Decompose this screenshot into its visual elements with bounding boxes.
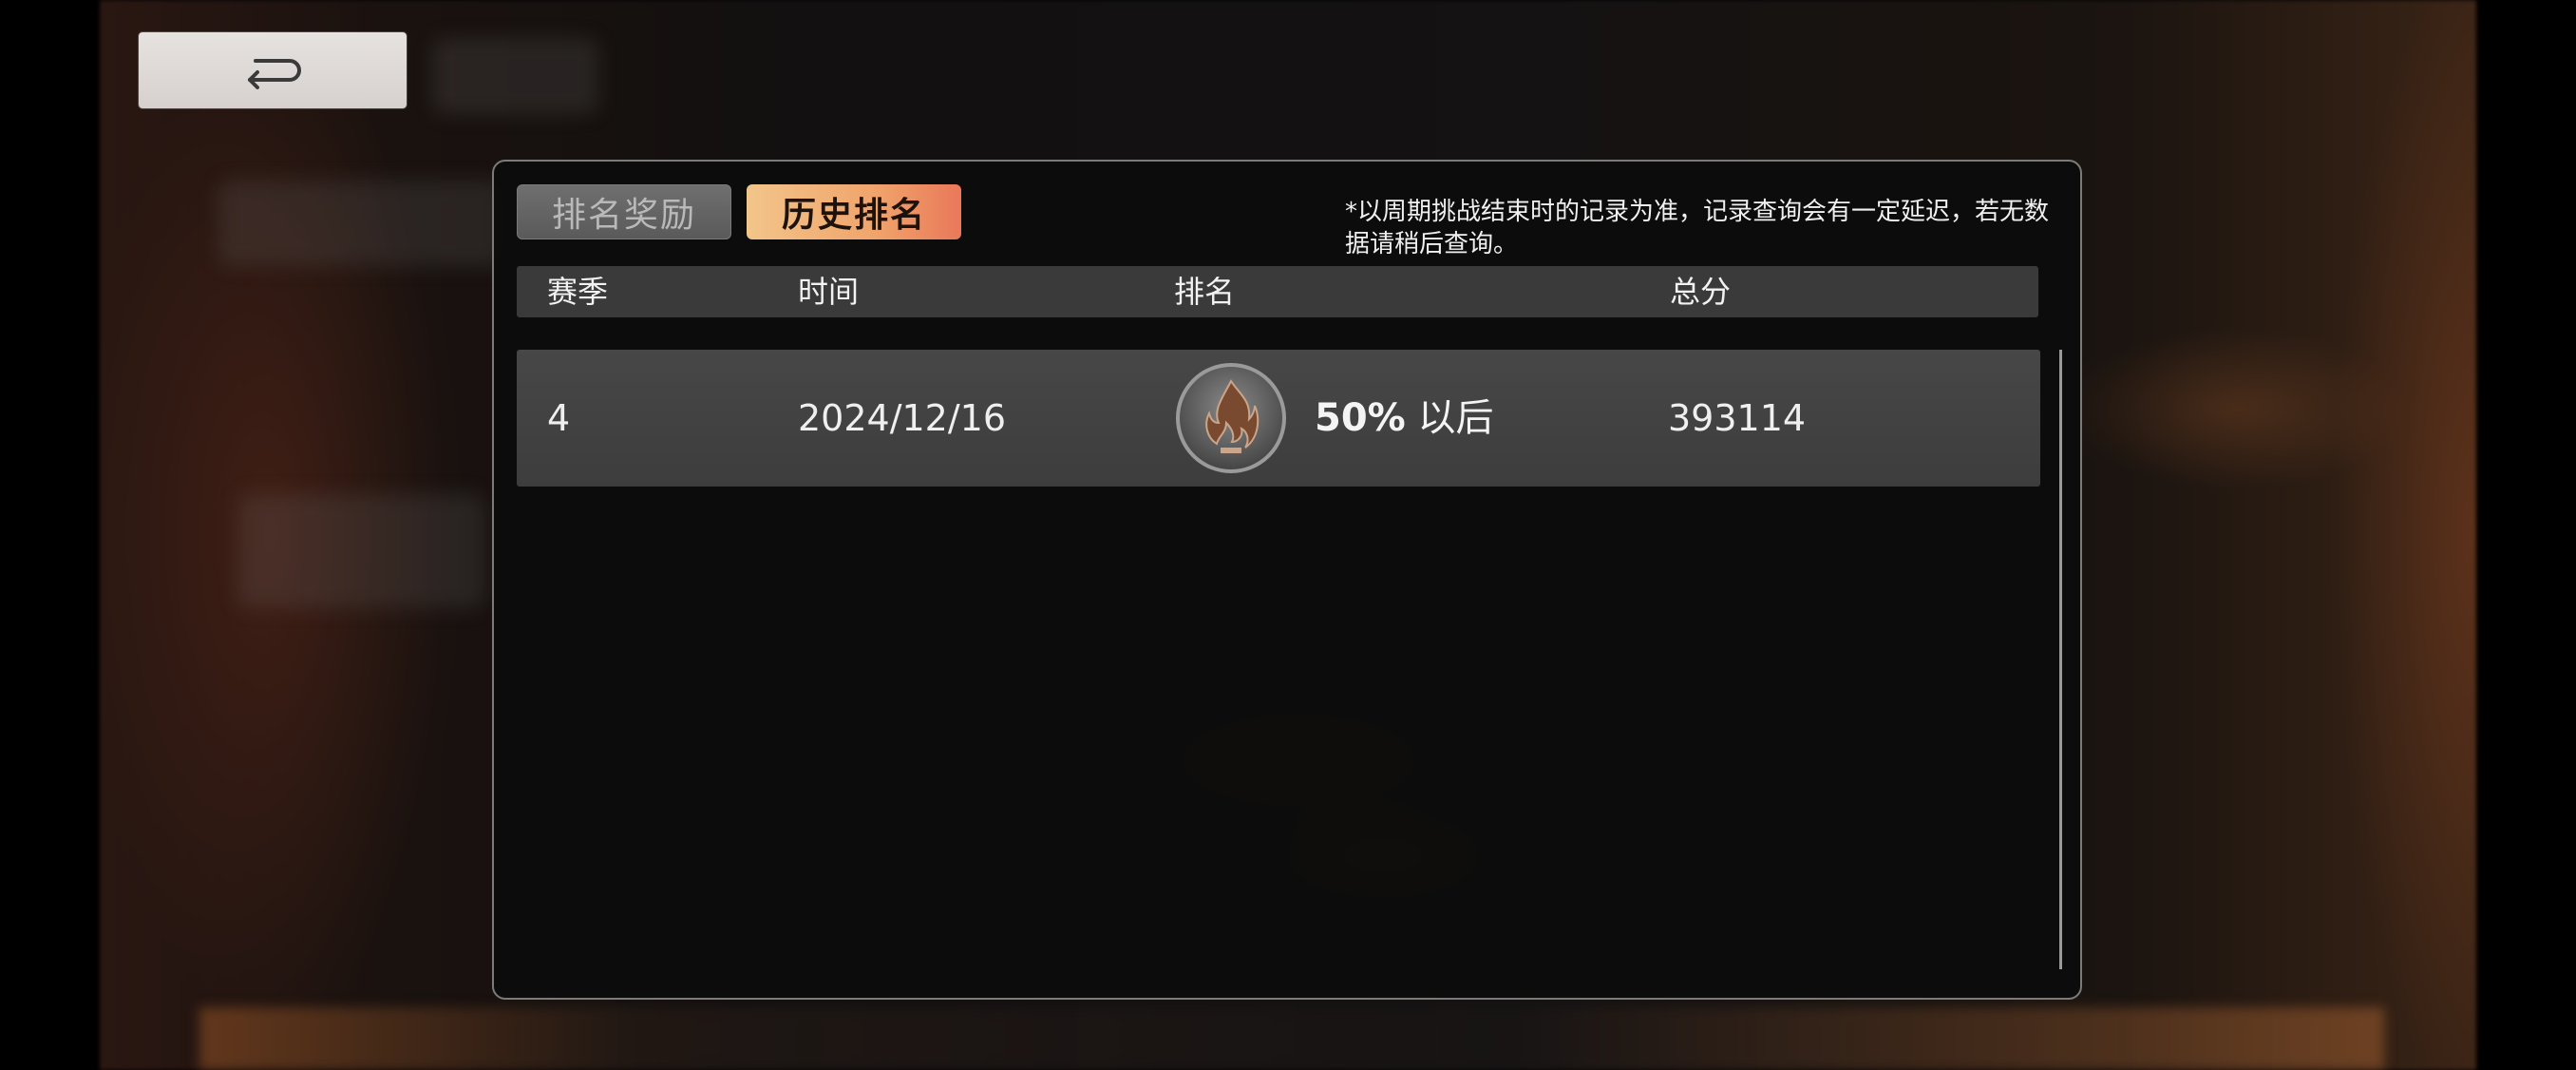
- column-header-rank: 排名: [1174, 274, 1236, 310]
- rank-percent: 50%: [1315, 396, 1406, 440]
- tab-history-ranking[interactable]: 历史排名: [747, 184, 961, 239]
- table-row: 4 2024/12/16 50% 以后 393114: [517, 350, 2040, 487]
- scrollbar[interactable]: [2059, 350, 2062, 969]
- background-bottom-strip: [199, 1007, 2384, 1070]
- background-blur-shape: [218, 181, 503, 266]
- screen: 排名奖励 历史排名 *以周期挑战结束时的记录为准，记录查询会有一定延迟，若无数据…: [0, 0, 2576, 1070]
- flame-icon: [1205, 378, 1260, 453]
- rank-cell: 50% 以后: [1315, 350, 1493, 487]
- history-ranking-panel: 排名奖励 历史排名 *以周期挑战结束时的记录为准，记录查询会有一定延迟，若无数据…: [492, 160, 2082, 1000]
- date-cell: 2024/12/16: [798, 397, 1007, 439]
- column-header-time: 时间: [798, 274, 860, 310]
- flame-rank-badge-icon: [1176, 363, 1286, 473]
- rank-suffix: 以后: [1417, 396, 1494, 440]
- column-header-score: 总分: [1670, 274, 1732, 310]
- season-cell: 4: [547, 397, 571, 439]
- table-header: 赛季 时间 排名 总分: [517, 266, 2038, 317]
- score-cell: 393114: [1668, 397, 1807, 439]
- return-arrow-icon: [248, 59, 301, 89]
- tab-ranking-rewards[interactable]: 排名奖励: [517, 184, 731, 239]
- background-blur-shape: [432, 38, 598, 114]
- column-header-season: 赛季: [547, 274, 609, 310]
- back-button[interactable]: [139, 32, 407, 108]
- background-blur-shape: [237, 494, 484, 608]
- notice-text: *以周期挑战结束时的记录为准，记录查询会有一定延迟，若无数据请稍后查询。: [1345, 198, 2050, 258]
